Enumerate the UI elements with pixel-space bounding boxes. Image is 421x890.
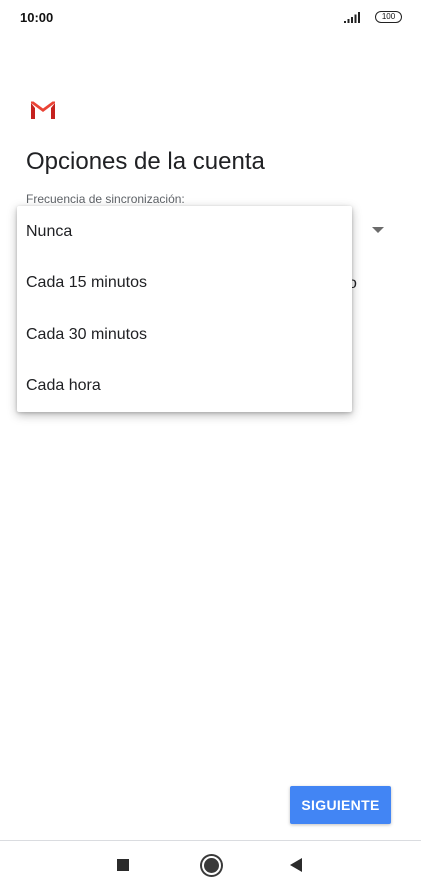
recents-button[interactable] (99, 841, 147, 889)
signal-bars-icon (344, 12, 360, 23)
square-recents-icon (117, 859, 129, 871)
sync-frequency-label: Frecuencia de sincronización: (26, 192, 185, 206)
status-bar: 10:00 100 (0, 0, 421, 36)
home-button[interactable] (187, 841, 235, 889)
dropdown-option-30-minutes[interactable]: Cada 30 minutos (17, 309, 352, 361)
dropdown-option-hourly[interactable]: Cada hora (17, 361, 352, 413)
option-label: Cada hora (26, 377, 101, 395)
triangle-back-icon (290, 858, 302, 872)
option-label: Nunca (26, 222, 73, 240)
dropdown-option-15-minutes[interactable]: Cada 15 minutos (17, 258, 352, 310)
back-button[interactable] (272, 841, 320, 889)
status-time: 10:00 (20, 10, 54, 25)
option-label: Cada 30 minutos (26, 325, 147, 343)
dropdown-arrow-icon[interactable] (372, 227, 384, 233)
sync-frequency-dropdown-menu: Nunca Cada 15 minutos Cada 30 minutos Ca… (17, 206, 352, 412)
gmail-logo-icon (31, 101, 55, 119)
navigation-bar (0, 841, 421, 890)
page-title: Opciones de la cuenta (26, 148, 265, 175)
dropdown-option-nunca[interactable]: Nunca (17, 206, 352, 258)
next-button[interactable]: SIGUIENTE (290, 786, 391, 824)
option-label: Cada 15 minutos (26, 274, 147, 292)
battery-icon: 100 (375, 11, 402, 23)
circle-home-icon (201, 855, 221, 875)
